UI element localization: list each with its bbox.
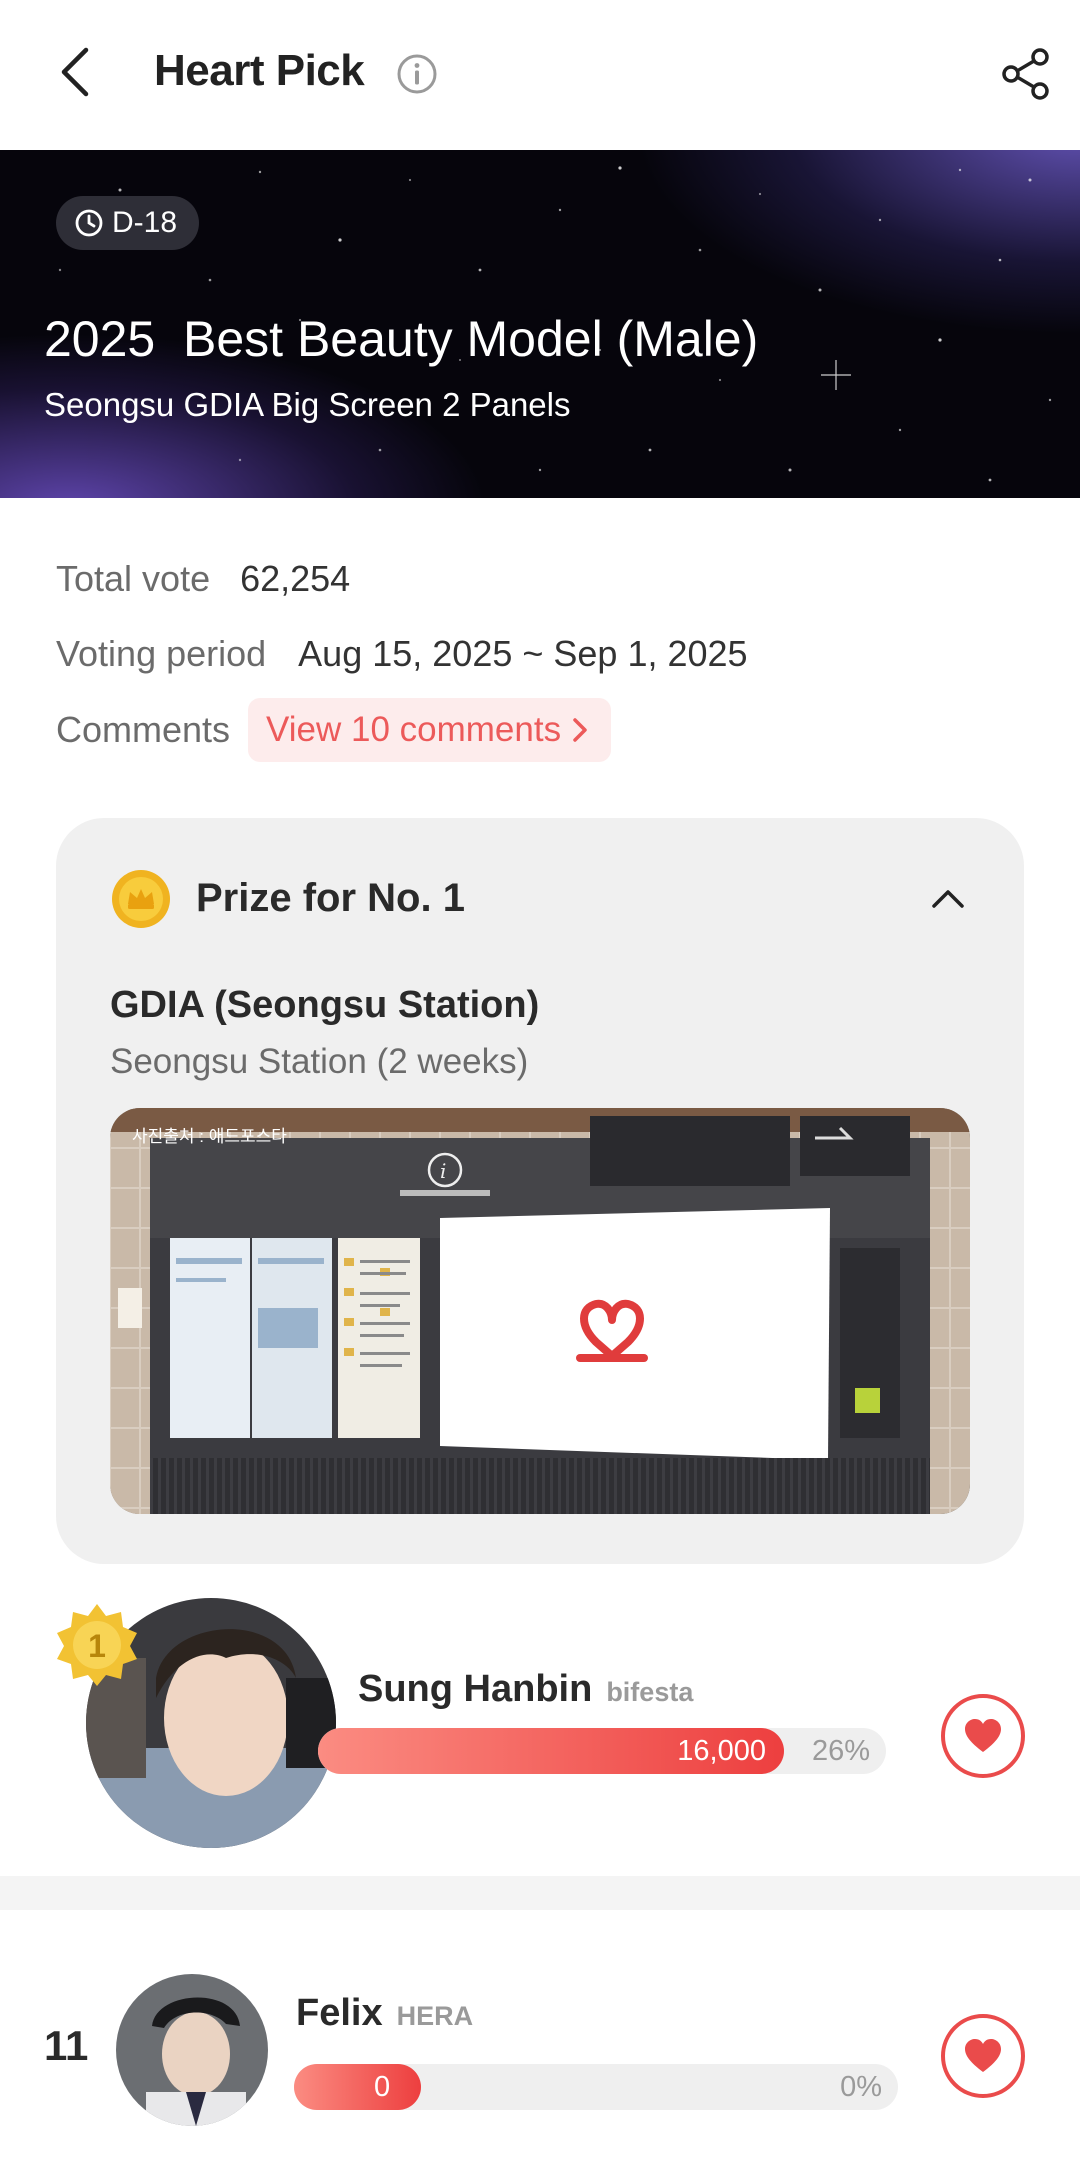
total-vote-row: Total vote 62,254 xyxy=(56,558,350,600)
d-day-text: D-18 xyxy=(112,206,178,239)
vote-bar: 16,000 26% xyxy=(318,1728,886,1774)
rank-1-medal-icon: 1 xyxy=(57,1604,137,1686)
svg-text:i: i xyxy=(440,1159,446,1183)
station-billboard-illustration: i xyxy=(110,1108,970,1514)
back-button[interactable] xyxy=(50,42,110,102)
total-vote-value: 62,254 xyxy=(240,558,351,599)
heart-icon xyxy=(965,1719,1001,1752)
vote-percent: 0% xyxy=(840,2071,882,2103)
voting-period-row: Voting period Aug 15, 2025 ~ Sep 1, 2025 xyxy=(56,633,748,675)
collapse-button[interactable] xyxy=(928,878,968,918)
candidate-row-1[interactable]: 1 Sung Hanbin bifesta 16,000 26% xyxy=(0,1576,1080,1876)
info-circle-icon xyxy=(397,54,437,94)
candidate-name: Felix xyxy=(296,1992,383,2034)
candidate-name-row: Felix HERA xyxy=(296,1992,473,2035)
candidate-name: Sung Hanbin xyxy=(358,1668,593,1710)
avatar xyxy=(116,1974,268,2126)
total-vote-label: Total vote xyxy=(56,558,211,599)
section-divider xyxy=(0,1876,1080,1910)
prize-description: Seongsu Station (2 weeks) xyxy=(110,1042,529,1081)
chevron-up-icon xyxy=(932,890,964,908)
chevron-right-icon xyxy=(573,718,587,742)
info-button[interactable] xyxy=(396,53,438,95)
prize-location-photo: i 사진출처: 애드포스타 xyxy=(110,1108,970,1514)
voting-period-value: Aug 15, 2025 ~ Sep 1, 2025 xyxy=(298,633,748,674)
prize-card: Prize for No. 1 GDIA (Seongsu Station) S… xyxy=(56,818,1024,1564)
share-icon xyxy=(1002,48,1049,100)
prize-name: GDIA (Seongsu Station) xyxy=(110,984,540,1026)
comments-label: Comments xyxy=(56,709,231,750)
candidate-agency: bifesta xyxy=(606,1677,694,1707)
candidate-agency: HERA xyxy=(396,2001,474,2031)
vote-bar-fill xyxy=(294,2064,421,2110)
vote-heart-button[interactable] xyxy=(941,2014,1025,2098)
gold-coin-icon xyxy=(112,870,170,928)
rank-1-medal-text: 1 xyxy=(88,1628,106,1664)
share-button[interactable] xyxy=(998,46,1054,102)
voting-period-label: Voting period xyxy=(56,633,267,674)
candidate-rank: 11 xyxy=(44,2022,89,2069)
vote-count: 16,000 xyxy=(677,1735,766,1767)
chevron-left-icon xyxy=(61,47,89,97)
vote-count: 0 xyxy=(374,2071,391,2103)
candidate-name-row: Sung Hanbin bifesta xyxy=(358,1668,693,1711)
page-title: Heart Pick xyxy=(154,46,365,95)
heart-icon xyxy=(965,2039,1001,2072)
comments-row: Comments View 10 comments xyxy=(56,698,612,762)
vote-bar: 0 0% xyxy=(294,2064,898,2110)
vote-heart-button[interactable] xyxy=(941,1694,1025,1778)
view-comments-label: View 10 comments xyxy=(266,710,562,749)
prize-title: Prize for No. 1 xyxy=(196,876,465,920)
clock-icon xyxy=(75,209,103,237)
vote-percent: 26% xyxy=(811,1735,870,1767)
view-comments-button[interactable]: View 10 comments xyxy=(248,698,612,762)
event-title: 2025 Best Beauty Model (Male) xyxy=(44,311,759,367)
event-banner: D-18 2025 Best Beauty Model (Male) Seong… xyxy=(0,150,1080,498)
app-header: Heart Pick xyxy=(0,0,1080,150)
event-subtitle: Seongsu GDIA Big Screen 2 Panels xyxy=(44,386,571,423)
d-day-badge: D-18 xyxy=(56,196,200,250)
photo-credit: 사진출처 : 애드포스타 xyxy=(132,1127,287,1146)
